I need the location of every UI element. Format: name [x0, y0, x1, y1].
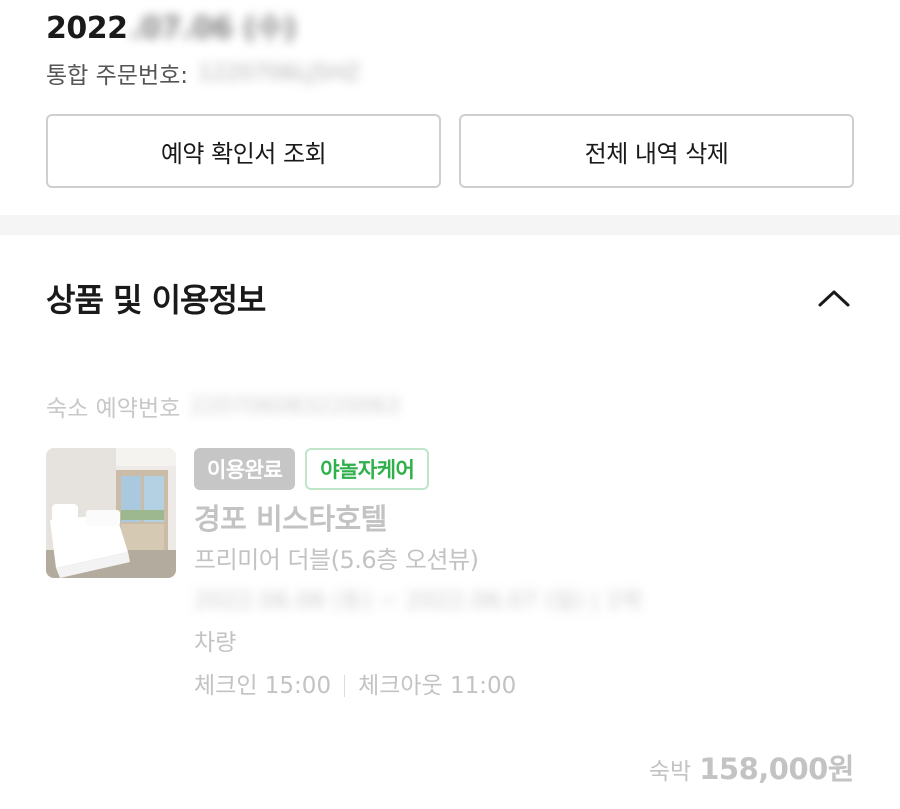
delete-all-history-button[interactable]: 전체 내역 삭제 — [459, 114, 854, 188]
price-row: 숙박 158,000원 — [648, 746, 855, 788]
booking-number-value: 220706083220063 — [190, 393, 401, 419]
badge-row: 이용완료 야놀자케어 — [194, 448, 854, 490]
view-confirmation-button[interactable]: 예약 확인서 조회 — [46, 114, 441, 188]
order-number-value: 1220706LJ5HZ — [198, 60, 361, 86]
status-badge: 이용완료 — [194, 448, 296, 490]
care-badge: 야놀자케어 — [305, 448, 430, 490]
order-actions: 예약 확인서 조회 전체 내역 삭제 — [46, 114, 854, 188]
room-type: 프리미어 더블(5.6층 오션뷰) — [194, 546, 479, 574]
order-number-label: 통합 주문번호: — [46, 63, 189, 89]
booking-number-label: 숙소 예약번호 — [46, 396, 181, 422]
product-info: 이용완료 야놀자케어 경포 비스타호텔 프리미어 더블(5.6층 오션뷰) 20… — [194, 448, 854, 708]
stay-dates: 2022.06.06 (토) ~ 2022.06.07 (일) | 1박 — [194, 580, 854, 622]
booking-number: 숙소 예약번호 220706083220063 — [46, 388, 400, 424]
order-number: 통합 주문번호: 1220706LJ5HZ — [46, 56, 854, 90]
section-title: 상품 및 이용정보 — [46, 281, 266, 319]
order-date-year: 2022 — [46, 11, 128, 46]
hotel-name[interactable]: 경포 비스타호텔 — [194, 498, 854, 540]
stay-dates-value: 2022.06.06 (토) ~ 2022.06.07 (일) | 1박 — [194, 588, 643, 614]
checkin-time: 체크인 15:00 — [194, 673, 332, 699]
order-date: 2022.07.06 (수) — [46, 8, 854, 50]
checkout-time: 체크아웃 11:00 — [358, 673, 517, 699]
order-date-blurred: .07.06 (수) — [129, 11, 297, 46]
price-label: 숙박 — [648, 759, 692, 785]
section-divider — [0, 215, 900, 235]
divider — [344, 675, 346, 697]
order-header: 2022.07.06 (수) 통합 주문번호: 1220706LJ5HZ — [46, 8, 854, 90]
vehicle-info: 차량 — [194, 630, 237, 656]
price-value: 158,000원 — [699, 752, 854, 786]
product-section-header[interactable]: 상품 및 이용정보 — [46, 270, 854, 326]
checkin-checkout: 체크인 15:00 체크아웃 11:00 — [194, 664, 854, 708]
hotel-room-thumbnail[interactable] — [46, 448, 176, 578]
chevron-up-icon[interactable] — [814, 278, 854, 318]
